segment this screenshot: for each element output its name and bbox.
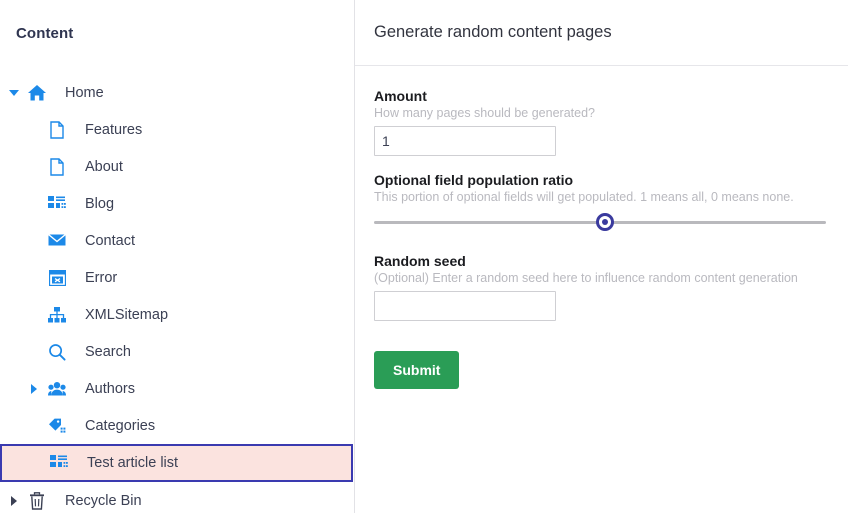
sidebar-item-label: Search xyxy=(85,343,131,360)
sitemap-icon xyxy=(44,306,70,323)
sidebar-item-label: Contact xyxy=(85,232,135,249)
submit-button[interactable]: Submit xyxy=(374,351,460,389)
trash-icon xyxy=(24,491,50,510)
sidebar-item-search[interactable]: Search xyxy=(0,333,354,370)
page-icon xyxy=(44,157,70,176)
page-title: Generate random content pages xyxy=(374,23,612,41)
sidebar-item-about[interactable]: About xyxy=(0,148,354,185)
sidebar-item-label: Recycle Bin xyxy=(65,492,142,509)
sidebar-item-authors[interactable]: Authors xyxy=(0,370,354,407)
ratio-description: This portion of optional fields will get… xyxy=(374,190,794,204)
seed-description: (Optional) Enter a random seed here to i… xyxy=(374,271,798,285)
sidebar-title: Content xyxy=(16,24,74,42)
field-group-amount: Amount How many pages should be generate… xyxy=(374,88,829,156)
search-icon xyxy=(44,343,70,361)
field-group-seed: Random seed (Optional) Enter a random se… xyxy=(374,253,829,321)
sidebar-item-label: Features xyxy=(85,121,143,138)
sidebar-item-label: XMLSitemap xyxy=(85,306,169,323)
sidebar-item-blog[interactable]: Blog xyxy=(0,185,354,222)
sidebar-item-xmlsitemap[interactable]: XMLSitemap xyxy=(0,296,354,333)
amount-input[interactable] xyxy=(374,126,556,156)
seed-input[interactable] xyxy=(374,291,556,321)
content-tree: Home Features About Blog Contact Error XMLSite… xyxy=(0,66,354,519)
chevron-down-icon[interactable] xyxy=(4,89,24,96)
sidebar-item-home[interactable]: Home xyxy=(0,74,354,111)
main-header: Generate random content pages xyxy=(355,0,848,66)
generate-form: Amount How many pages should be generate… xyxy=(355,66,848,389)
sidebar-item-label: Blog xyxy=(85,195,115,212)
sidebar-item-label: Categories xyxy=(85,417,156,434)
sidebar-item-label: Error xyxy=(85,269,118,286)
field-group-ratio: Optional field population ratio This por… xyxy=(374,172,829,233)
home-icon xyxy=(24,84,50,102)
chevron-right-icon[interactable] xyxy=(24,383,44,394)
slider-thumb[interactable] xyxy=(596,213,614,231)
list-grid-icon xyxy=(46,455,72,471)
sidebar-header: Content xyxy=(0,0,354,66)
amount-description: How many pages should be generated? xyxy=(374,106,595,120)
ratio-slider[interactable] xyxy=(374,211,826,233)
error-window-icon xyxy=(44,269,70,286)
sidebar-item-recycle-bin[interactable]: Recycle Bin xyxy=(0,482,354,519)
sidebar-item-label: About xyxy=(85,158,123,175)
sidebar-item-label: Home xyxy=(65,84,104,101)
page-icon xyxy=(44,120,70,139)
sidebar-item-features[interactable]: Features xyxy=(0,111,354,148)
chevron-right-icon[interactable] xyxy=(4,495,24,506)
sidebar-item-contact[interactable]: Contact xyxy=(0,222,354,259)
sidebar-item-test-article-list[interactable]: Test article list xyxy=(0,444,353,482)
app-root: Content Home Features About Blog Contact Erro… xyxy=(0,0,848,513)
ratio-label: Optional field population ratio xyxy=(374,172,574,188)
seed-label: Random seed xyxy=(374,253,466,269)
main-panel: Generate random content pages Amount How… xyxy=(355,0,848,513)
list-grid-icon xyxy=(44,195,70,212)
tag-icon xyxy=(44,418,70,434)
content-sidebar: Content Home Features About Blog Contact Erro… xyxy=(0,0,355,513)
envelope-icon xyxy=(44,234,70,247)
sidebar-item-categories[interactable]: Categories xyxy=(0,407,354,444)
sidebar-item-label: Authors xyxy=(85,380,135,397)
sidebar-item-label: Test article list xyxy=(87,455,179,471)
amount-label: Amount xyxy=(374,88,427,104)
people-icon xyxy=(44,381,70,396)
sidebar-item-error[interactable]: Error xyxy=(0,259,354,296)
